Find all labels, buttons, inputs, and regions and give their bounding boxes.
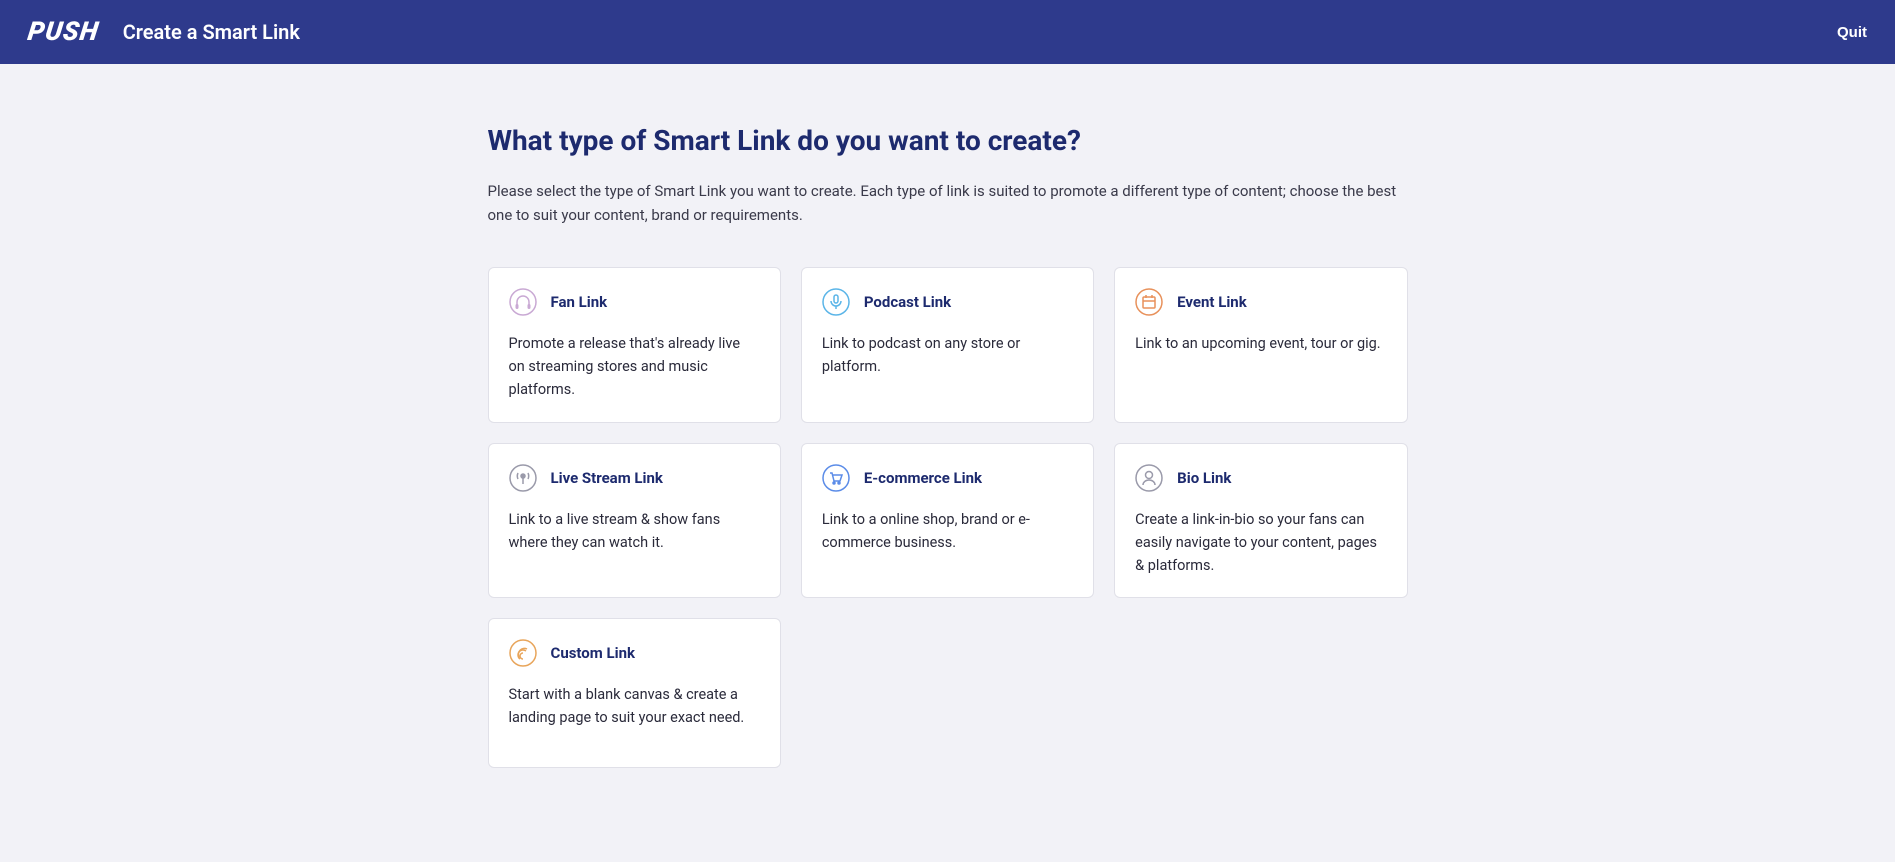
- page-heading: What type of Smart Link do you want to c…: [488, 124, 1408, 157]
- cards-grid: Fan Link Promote a release that's alread…: [488, 267, 1408, 768]
- card-title: Live Stream Link: [551, 469, 663, 487]
- microphone-icon: [822, 288, 850, 316]
- card-header: E-commerce Link: [822, 464, 1073, 492]
- headphones-icon: [509, 288, 537, 316]
- card-bio-link[interactable]: Bio Link Create a link-in-bio so your fa…: [1114, 443, 1407, 599]
- card-header: Custom Link: [509, 639, 760, 667]
- card-title: Event Link: [1177, 293, 1247, 311]
- stream-icon: [509, 464, 537, 492]
- card-title: Fan Link: [551, 293, 608, 311]
- calendar-icon: [1135, 288, 1163, 316]
- card-title: E-commerce Link: [864, 469, 982, 487]
- card-description: Start with a blank canvas & create a lan…: [509, 683, 760, 729]
- header-left: PUSH Create a Smart Link: [28, 17, 300, 47]
- card-title: Bio Link: [1177, 469, 1231, 487]
- page-description: Please select the type of Smart Link you…: [488, 179, 1408, 227]
- card-description: Link to an upcoming event, tour or gig.: [1135, 332, 1386, 355]
- person-icon: [1135, 464, 1163, 492]
- card-header: Podcast Link: [822, 288, 1073, 316]
- card-description: Link to a online shop, brand or e-commer…: [822, 508, 1073, 554]
- card-description: Create a link-in-bio so your fans can ea…: [1135, 508, 1386, 578]
- card-header: Fan Link: [509, 288, 760, 316]
- card-header: Live Stream Link: [509, 464, 760, 492]
- card-custom-link[interactable]: Custom Link Start with a blank canvas & …: [488, 618, 781, 768]
- card-description: Link to podcast on any store or platform…: [822, 332, 1073, 378]
- card-live-stream-link[interactable]: Live Stream Link Link to a live stream &…: [488, 443, 781, 599]
- card-description: Link to a live stream & show fans where …: [509, 508, 760, 554]
- logo: PUSH: [26, 17, 101, 47]
- cart-icon: [822, 464, 850, 492]
- card-podcast-link[interactable]: Podcast Link Link to podcast on any stor…: [801, 267, 1094, 423]
- card-header: Bio Link: [1135, 464, 1386, 492]
- card-fan-link[interactable]: Fan Link Promote a release that's alread…: [488, 267, 781, 423]
- header-title: Create a Smart Link: [123, 20, 300, 44]
- card-ecommerce-link[interactable]: E-commerce Link Link to a online shop, b…: [801, 443, 1094, 599]
- card-title: Podcast Link: [864, 293, 951, 311]
- card-description: Promote a release that's already live on…: [509, 332, 760, 402]
- content: What type of Smart Link do you want to c…: [468, 64, 1428, 808]
- quit-button[interactable]: Quit: [1837, 24, 1867, 41]
- header: PUSH Create a Smart Link Quit: [0, 0, 1895, 64]
- card-event-link[interactable]: Event Link Link to an upcoming event, to…: [1114, 267, 1407, 423]
- card-title: Custom Link: [551, 644, 636, 662]
- fingerprint-icon: [509, 639, 537, 667]
- card-header: Event Link: [1135, 288, 1386, 316]
